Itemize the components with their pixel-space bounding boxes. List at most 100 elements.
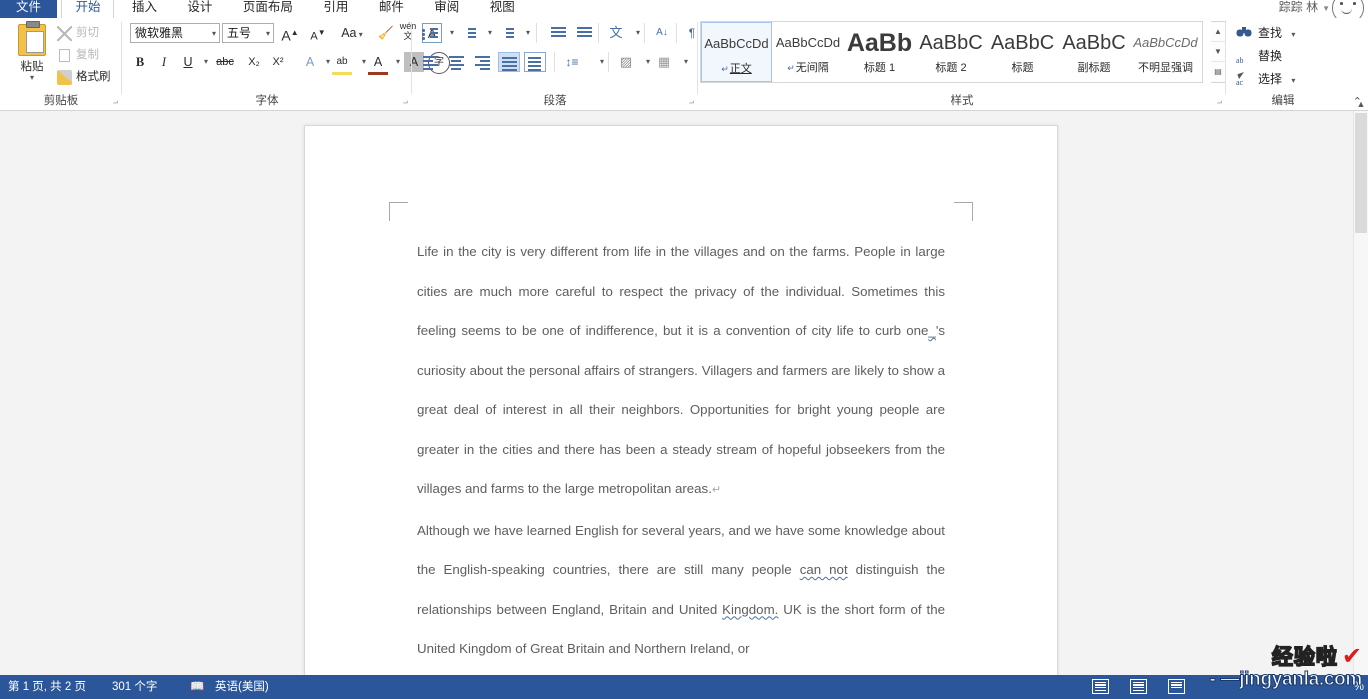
paragraph-dialog-launcher[interactable] [685, 98, 694, 107]
tab-home[interactable]: 开始 [61, 0, 115, 18]
spell-error-run: can not [799, 562, 848, 577]
pilcrow-icon: ↵ [787, 63, 795, 73]
text-effects-label: A [305, 55, 315, 69]
chevron-down-icon[interactable]: ▾ [676, 52, 696, 72]
style-name: 标题 [987, 59, 1058, 75]
status-page-info[interactable]: 第 1 页, 共 2 页 [8, 675, 86, 699]
style-scroll-down-icon[interactable]: ▼ [1211, 42, 1225, 62]
paste-button[interactable]: 粘贴 ▾ [10, 21, 54, 88]
user-account-menu[interactable]: 踪踪 林 ▼ [1279, 0, 1330, 18]
group-label-editing: 编辑 [1271, 95, 1295, 107]
style-item-2[interactable]: AaBb 标题 1 [844, 22, 915, 82]
chevron-down-icon[interactable]: ▾ [628, 23, 648, 43]
format-painter-button[interactable]: 格式刷 [56, 68, 111, 87]
superscript-button[interactable]: X² [268, 52, 288, 72]
tab-file[interactable]: 文件 [0, 0, 58, 18]
numbered-list-icon[interactable] [458, 23, 480, 43]
sort-icon[interactable]: A↓ [652, 23, 672, 43]
style-item-0[interactable]: AaBbCcDd ↵正文 [701, 22, 772, 82]
paragraph-mark-icon: ↵ [711, 484, 722, 496]
chevron-down-icon[interactable]: ▾ [1291, 76, 1295, 85]
style-item-1[interactable]: AaBbCcDd ↵无间隔 [773, 22, 844, 82]
superscript-label: X² [272, 56, 284, 68]
tab-insert[interactable]: 插入 [119, 0, 170, 18]
distribute-icon[interactable] [524, 52, 546, 72]
line-spacing-icon[interactable]: ↕≡ [562, 52, 582, 72]
tab-mailings[interactable]: 邮件 [366, 0, 417, 18]
tab-page-layout[interactable]: 页面布局 [230, 0, 306, 18]
increase-indent-icon[interactable] [572, 23, 594, 43]
zoom-percent-label[interactable]: % [1354, 675, 1364, 699]
justify-icon[interactable] [498, 52, 520, 72]
align-left-icon[interactable] [420, 52, 442, 72]
highlight-color-icon[interactable]: ab [332, 52, 352, 75]
font-color-label: A [373, 55, 383, 69]
document-paragraph-p2[interactable]: Although we have learned English for sev… [417, 511, 945, 669]
copy-button[interactable]: 复制 [56, 46, 99, 65]
italic-label: I [161, 55, 167, 69]
status-word-count[interactable]: 301 个字 [112, 675, 157, 699]
underline-button[interactable]: U [178, 52, 198, 72]
asian-layout-icon[interactable]: 文 [606, 23, 626, 43]
subscript-button[interactable]: X₂ [244, 52, 264, 72]
document-body-text[interactable]: Life in the city is very different from … [417, 232, 945, 669]
multilevel-list-icon[interactable] [496, 23, 518, 43]
font-color-icon[interactable]: A [368, 52, 388, 75]
text-effects-icon[interactable]: A [300, 52, 320, 72]
find-button[interactable]: 查找 ▾ [1236, 22, 1295, 44]
chevron-down-icon[interactable]: ▾ [592, 52, 612, 72]
italic-button[interactable]: I [154, 52, 174, 72]
borders-icon[interactable]: ▦ [654, 52, 674, 72]
select-button[interactable]: 选择 ▾ [1236, 68, 1295, 90]
change-case-label: Aa [341, 26, 357, 40]
shrink-font-button[interactable]: A▼ [308, 23, 328, 43]
chevron-down-icon[interactable]: ▾ [1291, 30, 1295, 39]
document-canvas[interactable]: Life in the city is very different from … [0, 111, 1368, 675]
grow-font-button[interactable]: A▲ [280, 23, 300, 44]
style-name-label: 无间隔 [795, 62, 829, 74]
style-item-5[interactable]: AaBbC 副标题 [1059, 22, 1130, 82]
font-size-input[interactable]: 五号 ▾ [222, 23, 274, 43]
style-item-3[interactable]: AaBbC 标题 2 [916, 22, 987, 82]
tab-review[interactable]: 审阅 [421, 0, 472, 18]
print-layout-icon[interactable] [1090, 679, 1112, 695]
tab-design[interactable]: 设计 [174, 0, 225, 18]
proofing-errors-icon[interactable]: 📖 [190, 675, 204, 699]
document-paragraph-p1[interactable]: Life in the city is very different from … [417, 232, 945, 511]
web-layout-icon[interactable] [1166, 679, 1188, 695]
tab-references[interactable]: 引用 [310, 0, 361, 18]
status-language[interactable]: 英语(美国) [215, 675, 269, 699]
user-avatar-icon[interactable] [1332, 0, 1364, 18]
scroll-up-icon[interactable]: ▲ [1354, 97, 1368, 111]
align-center-icon[interactable] [446, 52, 468, 72]
full-screen-reading-icon[interactable] [1128, 679, 1150, 695]
vertical-scrollbar[interactable]: ▲ [1353, 99, 1368, 675]
subscript-label: X₂ [248, 56, 260, 68]
clear-formatting-icon[interactable]: 🧹 [376, 23, 396, 43]
shading-icon[interactable]: ▨ [616, 52, 636, 72]
strikethrough-button[interactable]: abc [212, 52, 238, 72]
change-case-button[interactable]: Aa ▾ [336, 23, 368, 43]
font-name-input[interactable]: 微软雅黑 ▾ [130, 23, 220, 43]
chevron-down-icon[interactable]: ▾ [212, 24, 216, 43]
chevron-down-icon[interactable]: ▾ [266, 24, 270, 43]
scrollbar-thumb[interactable] [1355, 113, 1367, 233]
style-gallery[interactable]: AaBbCcDd ↵正文 AaBbCcDd ↵无间隔 AaBb 标题 1 AaBbC 标题 2… [700, 21, 1203, 83]
clipboard-dialog-launcher[interactable] [109, 98, 118, 107]
cut-button[interactable]: 剪切 [56, 24, 99, 43]
replace-button[interactable]: ab ac 替换 [1236, 45, 1282, 87]
bullet-list-icon[interactable] [420, 23, 442, 43]
style-gallery-scroll[interactable]: ▲ ▼ ▤ [1211, 21, 1226, 83]
style-item-6[interactable]: AaBbCcDd 不明显强调 [1130, 22, 1201, 82]
align-right-icon[interactable] [472, 52, 494, 72]
bold-button[interactable]: B [130, 52, 150, 72]
style-item-4[interactable]: AaBbC 标题 [987, 22, 1058, 82]
font-dialog-launcher[interactable] [399, 98, 408, 107]
decrease-indent-icon[interactable] [546, 23, 568, 43]
style-gallery-more-icon[interactable]: ▤ [1211, 62, 1225, 81]
style-scroll-up-icon[interactable]: ▲ [1211, 22, 1225, 42]
cursor-arrow-icon [1236, 71, 1253, 86]
tab-view[interactable]: 视图 [477, 0, 528, 18]
chevron-down-icon[interactable]: ▾ [518, 23, 538, 43]
document-page[interactable]: Life in the city is very different from … [304, 125, 1058, 675]
